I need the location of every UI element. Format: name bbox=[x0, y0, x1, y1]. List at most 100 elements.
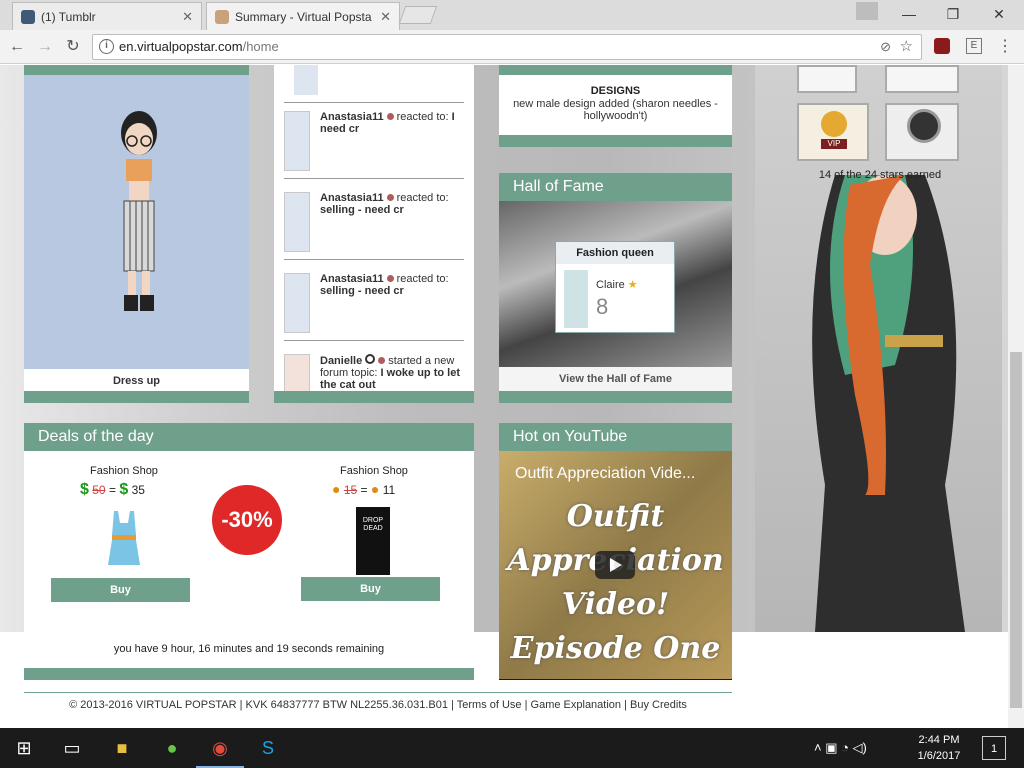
vip-label: VIP bbox=[821, 139, 847, 149]
fashion-queen-card[interactable]: Fashion queen Claire ★ 8 bbox=[555, 241, 675, 333]
footer-link-game-explanation[interactable]: Game Explanation bbox=[531, 699, 622, 711]
avatar[interactable] bbox=[94, 95, 184, 335]
shop-label: Fashion Shop bbox=[90, 465, 158, 477]
star-icon: ★ bbox=[627, 279, 638, 291]
youtube-panel: Hot on YouTube Outfit Appreciation Vide.… bbox=[499, 423, 732, 680]
status-icon bbox=[386, 275, 394, 282]
badge-frame[interactable] bbox=[885, 65, 959, 93]
extension-icon[interactable]: E bbox=[966, 38, 982, 54]
close-icon[interactable]: ✕ bbox=[182, 3, 193, 30]
list-item[interactable]: Danielle started a new forum topic: I wo… bbox=[284, 348, 464, 392]
forward-icon[interactable]: → bbox=[34, 36, 56, 58]
browser-toolbar: ← → ↻ i en.virtualpopstar.com/home ⊘ ☆ E… bbox=[0, 30, 1024, 64]
copyright: © 2013-2016 VIRTUAL POPSTAR | KVK 648377… bbox=[69, 699, 454, 711]
list-item[interactable]: Anastasia11 reacted to: I need cr bbox=[284, 105, 464, 179]
clock[interactable]: 2:44 PM 1/6/2017 bbox=[906, 732, 972, 764]
buy-button[interactable]: Buy bbox=[51, 578, 190, 602]
back-icon[interactable]: ← bbox=[6, 36, 28, 58]
dressup-panel: Dress up bbox=[24, 65, 249, 403]
medal-icon bbox=[821, 111, 847, 137]
task-view-icon[interactable]: ▭ bbox=[48, 728, 96, 768]
winner-name[interactable]: Claire bbox=[596, 279, 625, 291]
web-page: Dress up Anastasia11 reacted to: I need c… bbox=[0, 65, 1008, 728]
news-heading: DESIGNS bbox=[590, 85, 641, 97]
dollar-icon: $ bbox=[119, 481, 129, 498]
youtube-title: Hot on YouTube bbox=[499, 423, 732, 451]
compass-badge[interactable] bbox=[885, 103, 959, 161]
stars-earned: 14 of the 24 stars earned bbox=[818, 169, 942, 181]
deals-title: Deals of the day bbox=[24, 423, 474, 451]
activity-feed: Anastasia11 reacted to: I need cr Anastas… bbox=[274, 65, 474, 403]
new-tab-button[interactable] bbox=[398, 6, 438, 24]
view-hall-of-fame-link[interactable]: View the Hall of Fame bbox=[499, 367, 732, 391]
new-price: 35 bbox=[131, 483, 145, 497]
window-close-button[interactable]: ✕ bbox=[976, 0, 1022, 30]
scrollbar-thumb[interactable] bbox=[1010, 352, 1022, 708]
status-icon bbox=[386, 113, 394, 120]
address-bar[interactable]: i en.virtualpopstar.com/home ⊘ ☆ bbox=[92, 34, 922, 60]
profile-icon[interactable] bbox=[856, 2, 878, 20]
vip-badge[interactable]: VIP bbox=[797, 103, 869, 161]
avatar bbox=[564, 270, 588, 328]
tab-label: (1) Tumblr bbox=[41, 10, 96, 24]
character-art: VIP 14 of the 24 stars earned bbox=[755, 65, 1002, 632]
footer: © 2013-2016 VIRTUAL POPSTAR | KVK 648377… bbox=[24, 692, 732, 718]
address-domain: en.virtualpopstar.com bbox=[119, 39, 243, 54]
windows-start-icon[interactable]: ⊞ bbox=[0, 728, 48, 768]
tumblr-icon bbox=[21, 10, 35, 24]
notifications-icon[interactable]: 1 bbox=[982, 736, 1006, 760]
card-title: Fashion queen bbox=[556, 242, 674, 264]
star-icon[interactable]: ☆ bbox=[900, 35, 913, 59]
video-thumbnail[interactable]: Outfit Appreciation Vide... Outfit Appre… bbox=[499, 451, 732, 679]
tab-virtual-popstar[interactable]: Summary - Virtual Popsta ✕ bbox=[206, 2, 400, 30]
minimize-button[interactable]: — bbox=[886, 0, 932, 30]
cookie-icon[interactable]: ⊘ bbox=[880, 35, 891, 59]
status-icon bbox=[378, 357, 386, 364]
close-icon[interactable]: ✕ bbox=[380, 3, 391, 30]
dressup-link[interactable]: Dress up bbox=[24, 369, 249, 393]
file-explorer-icon[interactable]: ■ bbox=[98, 728, 146, 768]
news-text: new male design added (sharon needles - … bbox=[513, 98, 718, 122]
address-path: /home bbox=[242, 39, 279, 54]
winner-score: 8 bbox=[596, 294, 609, 319]
compass-icon bbox=[907, 109, 941, 143]
avatar bbox=[284, 111, 310, 171]
coin-icon: ● bbox=[332, 481, 341, 497]
skype-icon[interactable]: S bbox=[244, 728, 292, 768]
menu-icon[interactable]: ⋮ bbox=[994, 36, 1016, 58]
news-panel: DESIGNS new male design added (sharon ne… bbox=[499, 65, 732, 147]
status-icon bbox=[386, 194, 394, 201]
drop-dead-shirt-item[interactable]: DROP DEAD bbox=[356, 507, 390, 575]
system-tray[interactable]: ˄ ▣ ◔ ◁) bbox=[814, 728, 904, 768]
restore-button[interactable]: ❐ bbox=[930, 0, 976, 30]
chrome-icon[interactable]: ◉ bbox=[196, 728, 244, 768]
avatar bbox=[284, 354, 310, 392]
avatar bbox=[294, 65, 318, 95]
tab-tumblr[interactable]: (1) Tumblr ✕ bbox=[12, 2, 202, 30]
list-item[interactable]: Anastasia11 reacted to: selling - need cr bbox=[284, 267, 464, 341]
tank-top-item[interactable] bbox=[104, 511, 144, 567]
app-icon[interactable]: ● bbox=[148, 728, 196, 768]
buy-button[interactable]: Buy bbox=[301, 577, 440, 601]
badge-frame[interactable] bbox=[797, 65, 857, 93]
hall-of-fame-panel: Hall of Fame Fashion queen Claire ★ 8 Vi… bbox=[499, 173, 732, 403]
hall-of-fame-title: Hall of Fame bbox=[499, 173, 732, 201]
ublock-icon[interactable] bbox=[934, 38, 950, 54]
list-item[interactable]: Anastasia11 reacted to: selling - need cr bbox=[284, 186, 464, 260]
new-price: 11 bbox=[382, 483, 396, 497]
avatar bbox=[284, 273, 310, 333]
footer-link-buy-credits[interactable]: Buy Credits bbox=[630, 699, 687, 711]
video-title[interactable]: Outfit Appreciation Vide... bbox=[515, 465, 695, 483]
old-price: 15 bbox=[343, 483, 358, 497]
discount-badge: -30% bbox=[212, 485, 282, 555]
tab-label: Summary - Virtual Popsta bbox=[235, 10, 372, 24]
info-icon[interactable]: i bbox=[99, 39, 114, 54]
virtualpopstar-icon bbox=[215, 10, 229, 24]
reload-icon[interactable]: ↻ bbox=[62, 36, 84, 58]
shop-label: Fashion Shop bbox=[340, 465, 408, 477]
play-button[interactable] bbox=[595, 551, 635, 579]
footer-link-terms[interactable]: Terms of Use bbox=[457, 699, 522, 711]
record-icon bbox=[365, 354, 376, 364]
windows-taskbar: ⊞ ▭ ■ ● ◉ S ˄ ▣ ◔ ◁) 2:44 PM 1/6/2017 1 bbox=[0, 728, 1024, 768]
deals-panel: Deals of the day Fashion Shop $ 50 = $ 3… bbox=[24, 423, 474, 680]
